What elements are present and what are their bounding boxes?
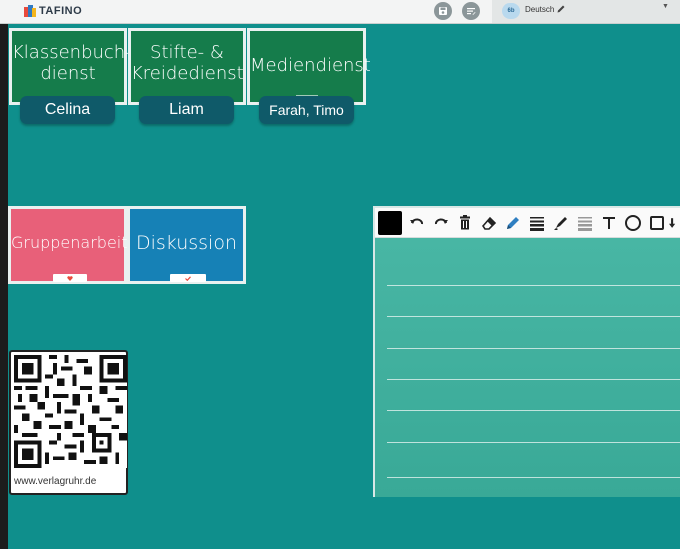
method-card-title: Gruppenarbeit [11,233,128,252]
board-menu-button[interactable] [462,2,480,20]
title-line-2: dienst [40,63,96,85]
language-label: Deutsch [525,5,555,14]
ruled-line [387,477,680,478]
logo-text: TAFINO [39,5,83,17]
save-icon [439,7,447,15]
name-tag-liam[interactable]: Liam [139,96,234,124]
trash-icon [460,215,470,230]
method-card-gruppenarbeit[interactable]: Gruppenarbeit [8,206,128,284]
pen-color-swatch[interactable] [378,211,402,235]
pen-button[interactable] [503,213,523,233]
publisher-logo [170,274,206,282]
ruled-line [387,410,680,411]
title-line-1: Stifte- & [150,42,224,63]
pen-icon [507,217,519,229]
menu-icon [467,8,476,15]
duty-card-title: Mediendienst [250,55,371,76]
class-badge: 6b [502,3,520,19]
duty-card-title: Stifte- & Kreidedienst [131,42,244,85]
duty-card-stifte-kreidedienst[interactable]: Stifte- & Kreidedienst [128,28,246,105]
whiteboard-toolbar [375,208,680,238]
ruled-line [387,348,680,349]
eraser-icon [481,216,497,230]
line-width-icon [530,217,544,231]
tafino-logo[interactable]: TAFINO [24,3,82,19]
eraser-button[interactable] [479,213,499,233]
circle-icon [625,215,641,231]
marker-icon [554,217,567,230]
clear-board-button[interactable] [455,213,475,233]
method-card-title: Diskussion [135,232,237,254]
method-card-diskussion[interactable]: Diskussion [127,206,246,284]
ruled-line [387,442,680,443]
circle-tool-button[interactable] [623,213,643,233]
title-line-2: Kreidedienst [131,63,244,85]
qr-code-card[interactable]: www.verlagruhr.de [9,350,128,495]
top-bar: TAFINO 6b Deutsch ▼ [0,0,680,24]
marker-width-button[interactable] [575,213,595,233]
heart-icon [67,275,73,281]
text-tool-button[interactable] [599,213,619,233]
undo-button[interactable] [407,213,427,233]
tafino-logo-icon [24,4,36,18]
redo-icon [435,218,448,225]
ruled-line [387,379,680,380]
marker-width-icon [578,217,592,231]
save-button[interactable] [434,2,452,20]
whiteboard-widget[interactable] [373,206,680,497]
ruled-line [387,316,680,317]
duty-card-mediendienst[interactable]: Mediendienst [247,28,371,105]
title-line-1: Mediendienst [250,55,371,76]
ruled-line [387,285,680,286]
qr-url-label: www.verlagruhr.de [14,476,97,487]
pencil-icon[interactable] [556,4,566,14]
left-edge-strip [0,0,8,549]
duty-card-klassenbuchdienst[interactable]: Klassenbuch- dienst [9,28,132,105]
line-width-button[interactable] [527,213,547,233]
checkmark-icon [185,275,191,281]
marker-button[interactable] [551,213,571,233]
duty-card-title: Klassenbuch- dienst [12,42,132,85]
rectangle-tool-button[interactable] [647,213,667,233]
qr-code-image [14,355,127,468]
text-icon [603,217,615,229]
publisher-logo [53,274,87,282]
name-tag-celina[interactable]: Celina [20,96,115,124]
whiteboard-canvas[interactable] [375,238,680,497]
arrow-icon [669,218,676,228]
caret-down-icon[interactable]: ▼ [662,3,669,10]
redo-button[interactable] [431,213,451,233]
undo-icon [410,218,423,225]
title-line-1: Klassenbuch- [12,42,132,63]
language-selector[interactable]: 6b Deutsch ▼ [492,0,680,23]
rectangle-icon [650,216,664,230]
arrow-tool-button[interactable] [669,213,680,233]
name-tag-farah-timo[interactable]: Farah, Timo [259,96,354,124]
